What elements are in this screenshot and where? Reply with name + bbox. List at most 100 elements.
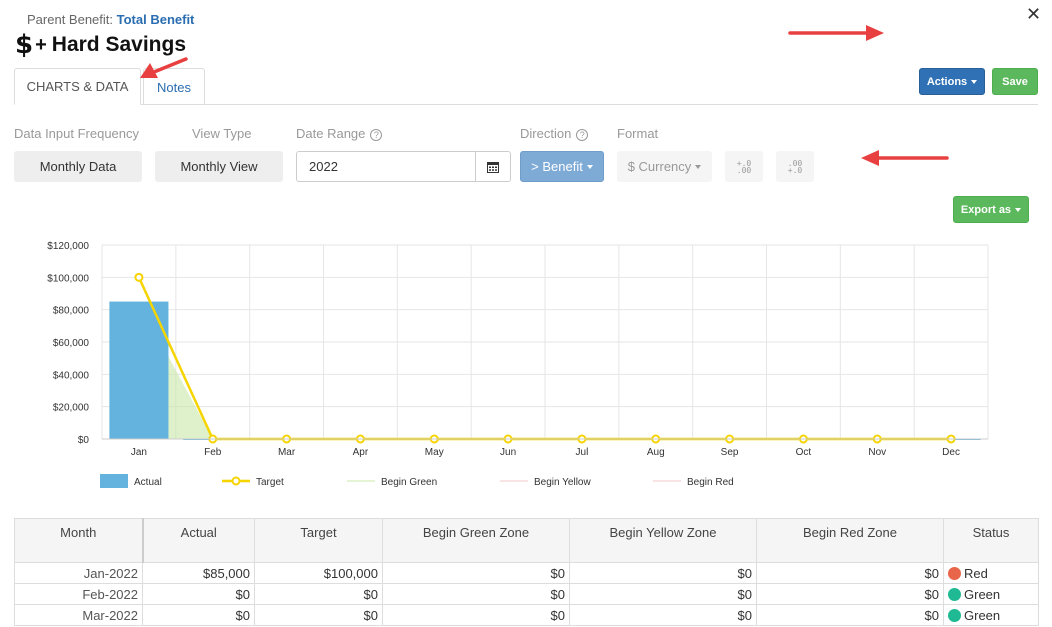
annotation-arrow-left-icon <box>861 150 949 166</box>
x-tick-label: Nov <box>868 447 886 458</box>
column-header-month[interactable]: Month <box>14 518 144 563</box>
legend-label: Begin Yellow <box>534 477 591 488</box>
y-tick-label: $80,000 <box>53 306 90 317</box>
y-tick-label: $0 <box>78 435 90 446</box>
legend-label: Target <box>256 477 284 488</box>
column-header-yellow[interactable]: Begin Yellow Zone <box>569 518 757 563</box>
cell-actual[interactable]: $0 <box>142 583 255 605</box>
cell-red[interactable]: $0 <box>756 604 944 626</box>
x-tick-label: Aug <box>647 447 665 458</box>
cell-actual[interactable]: $0 <box>142 604 255 626</box>
cell-target[interactable]: $100,000 <box>254 562 383 584</box>
x-tick-label: Oct <box>796 447 812 458</box>
status-dot-icon <box>948 566 961 580</box>
legend-swatch-actual <box>100 474 128 488</box>
parent-benefit-link[interactable]: Total Benefit <box>117 12 195 27</box>
tab-charts-data[interactable]: CHARTS & DATA <box>14 68 141 105</box>
x-tick-label: Feb <box>204 447 222 458</box>
cell-month: Mar-2022 <box>14 604 143 626</box>
export-button[interactable]: Export as <box>953 196 1029 223</box>
chevron-down-icon <box>586 164 593 169</box>
x-tick-label: Dec <box>942 447 960 458</box>
chevron-down-icon <box>971 79 978 84</box>
decrease-decimal-button[interactable]: .00 +.0 <box>776 151 814 182</box>
actions-label: Actions <box>926 75 968 88</box>
format-label: Format <box>617 126 659 141</box>
legend-label: Actual <box>134 477 162 488</box>
export-label: Export as <box>960 203 1012 216</box>
save-button[interactable]: Save <box>992 68 1038 95</box>
status-text: Green <box>964 607 1001 623</box>
column-header-actual[interactable]: Actual <box>142 518 255 563</box>
decrease-decimal-icon-bottom: +.0 <box>787 165 803 175</box>
y-tick-label: $120,000 <box>47 241 89 252</box>
close-icon[interactable]: ✕ <box>1026 4 1041 25</box>
cell-target[interactable]: $0 <box>254 583 383 605</box>
help-icon[interactable]: ? <box>576 128 589 141</box>
plus-icon: + <box>35 33 47 56</box>
cell-green[interactable]: $0 <box>382 604 570 626</box>
annotation-arrow-right-icon <box>788 25 884 41</box>
y-tick-label: $60,000 <box>53 338 90 349</box>
frequency-select[interactable]: Monthly Data <box>14 151 142 182</box>
x-tick-label: Mar <box>278 447 296 458</box>
legend-label: Begin Green <box>381 477 437 488</box>
parent-benefit-label: Parent Benefit: <box>27 12 113 27</box>
increase-decimal-button[interactable]: +.0 .00 <box>725 151 763 182</box>
cell-month: Jan-2022 <box>14 562 143 584</box>
column-header-green[interactable]: Begin Green Zone <box>382 518 570 563</box>
direction-label: Direction? <box>520 126 589 141</box>
actions-button[interactable]: Actions <box>919 68 985 95</box>
y-tick-label: $100,000 <box>47 273 89 284</box>
calendar-icon <box>487 161 499 173</box>
status-text: Green <box>964 586 1001 602</box>
x-tick-label: Jul <box>576 447 589 458</box>
direction-select[interactable]: > Benefit <box>520 151 604 182</box>
increase-decimal-icon-bottom: .00 <box>736 165 752 175</box>
chevron-down-icon <box>1015 207 1022 212</box>
cell-green[interactable]: $0 <box>382 583 570 605</box>
table-row: Jan-2022 $85,000 $100,000 $0 $0 $0 Red <box>14 562 1039 584</box>
cell-green[interactable]: $0 <box>382 562 570 584</box>
data-table: Month Actual Target Begin Green Zone Beg… <box>14 518 1039 626</box>
view-type-label: View Type <box>192 126 252 141</box>
status-dot-icon <box>948 587 961 601</box>
cell-target[interactable]: $0 <box>254 604 383 626</box>
column-header-status[interactable]: Status <box>943 518 1039 563</box>
x-tick-label: Jan <box>131 447 147 458</box>
cell-actual[interactable]: $85,000 <box>142 562 255 584</box>
y-tick-label: $20,000 <box>53 403 90 414</box>
legend-label: Begin Red <box>687 477 734 488</box>
cell-red[interactable]: $0 <box>756 562 944 584</box>
help-icon[interactable]: ? <box>370 128 383 141</box>
x-tick-label: Sep <box>721 447 739 458</box>
column-header-target[interactable]: Target <box>254 518 383 563</box>
cell-yellow[interactable]: $0 <box>569 583 757 605</box>
format-select[interactable]: $ Currency <box>617 151 712 182</box>
date-range-label: Date Range? <box>296 126 383 141</box>
direction-value: > Benefit <box>531 159 583 174</box>
frequency-label: Data Input Frequency <box>14 126 140 141</box>
legend-marker-target <box>231 476 241 486</box>
cell-yellow[interactable]: $0 <box>569 604 757 626</box>
date-range-label-text: Date Range <box>296 126 366 141</box>
table-header-row: Month Actual Target Begin Green Zone Beg… <box>14 518 1039 563</box>
dollar-icon: $ <box>15 30 34 60</box>
direction-label-text: Direction <box>520 126 572 141</box>
cell-month: Feb-2022 <box>14 583 143 605</box>
cell-yellow[interactable]: $0 <box>569 562 757 584</box>
x-tick-label: Apr <box>353 447 369 458</box>
column-header-red[interactable]: Begin Red Zone <box>756 518 944 563</box>
status-text: Red <box>964 565 988 581</box>
view-type-select[interactable]: Monthly View <box>155 151 283 182</box>
table-row: Mar-2022 $0 $0 $0 $0 $0 Green <box>14 604 1039 626</box>
cell-red[interactable]: $0 <box>756 583 944 605</box>
calendar-button[interactable] <box>475 151 511 182</box>
annotation-arrow-diagonal-icon <box>140 57 188 78</box>
x-tick-label: Jun <box>500 447 516 458</box>
cell-status: Green <box>943 604 1039 626</box>
table-row: Feb-2022 $0 $0 $0 $0 $0 Green <box>14 583 1039 605</box>
date-range-input[interactable]: 2022 <box>296 151 476 182</box>
parent-benefit-line: Parent Benefit: Total Benefit <box>27 12 194 27</box>
point-target <box>134 272 144 282</box>
